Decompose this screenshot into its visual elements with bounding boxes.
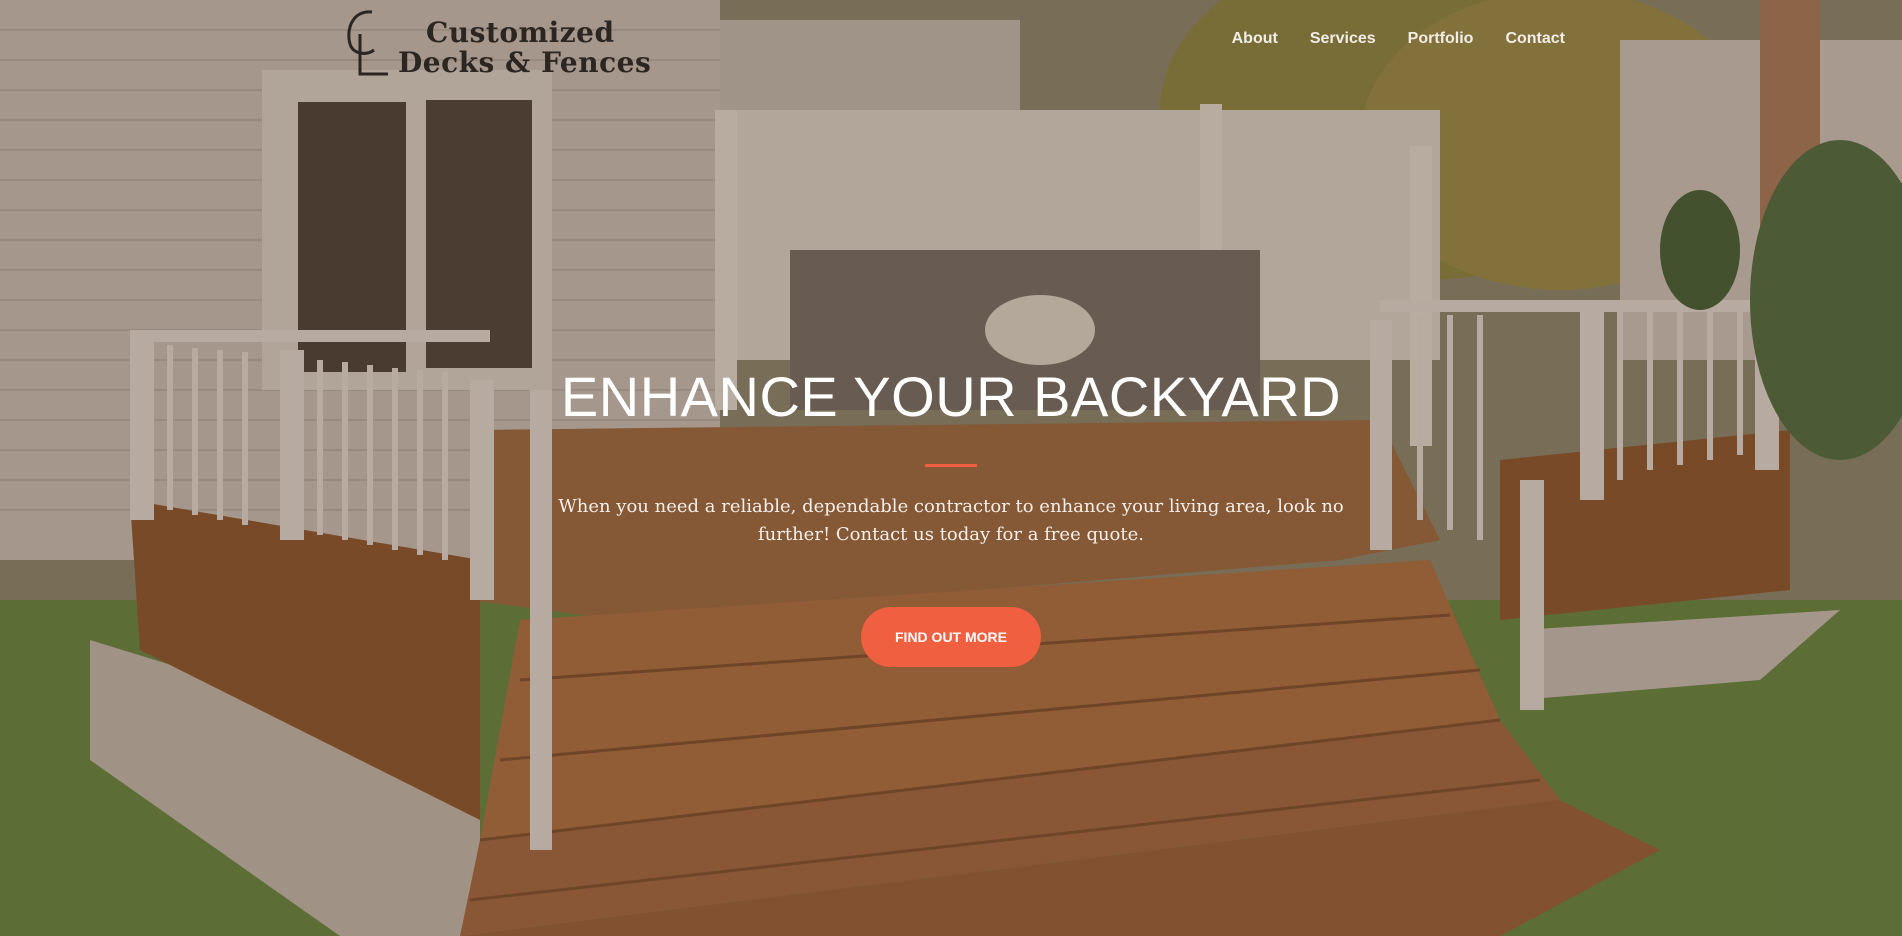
brand-line-2: Decks & Fences — [398, 46, 652, 79]
hero-title: ENHANCE YOUR BACKYARD — [560, 365, 1342, 428]
nav-link-about[interactable]: About — [1232, 30, 1278, 48]
main-nav: About Services Portfolio Contact — [1200, 30, 1565, 48]
nav-link-services[interactable]: Services — [1310, 30, 1376, 48]
nav-link-contact[interactable]: Contact — [1505, 30, 1565, 48]
navbar: Customized Decks & Fences About Services… — [0, 0, 1902, 82]
hero-description: When you need a reliable, dependable con… — [558, 496, 1344, 545]
find-out-more-button[interactable]: FIND OUT MORE — [861, 607, 1041, 667]
accent-divider — [925, 464, 977, 467]
cl-monogram-icon — [347, 10, 388, 76]
brand-line-1: Customized — [426, 16, 615, 49]
brand-logo[interactable]: Customized Decks & Fences — [342, 4, 651, 80]
hero-section: Customized Decks & Fences About Services… — [0, 0, 1902, 936]
nav-link-portfolio[interactable]: Portfolio — [1408, 30, 1474, 48]
hero-content: ENHANCE YOUR BACKYARD When you need a re… — [0, 360, 1902, 667]
